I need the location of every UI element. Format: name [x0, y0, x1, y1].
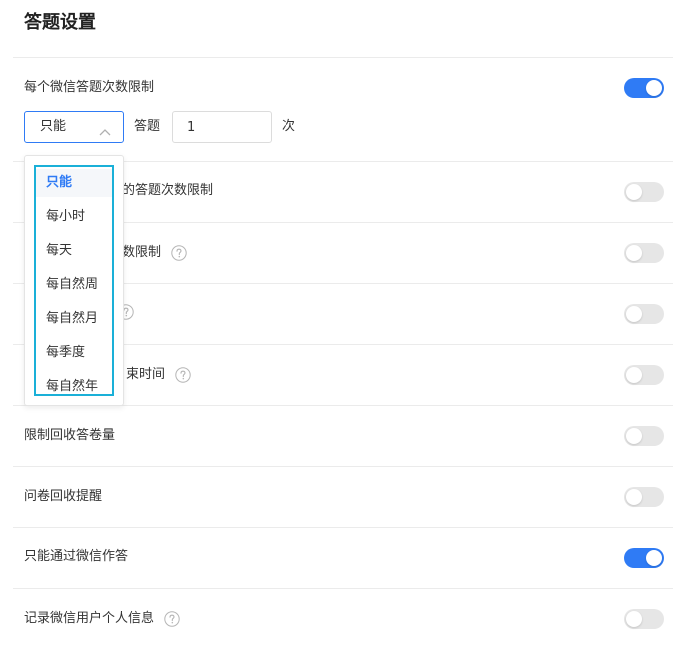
divider — [13, 466, 673, 467]
dropdown-option-only[interactable]: 只能 — [36, 169, 112, 197]
divider — [13, 57, 673, 58]
row-label-text: 记录微信用户个人信息 — [24, 611, 155, 626]
dropdown-option-daily[interactable]: 每天 — [36, 237, 112, 265]
chevron-up-icon — [99, 122, 111, 136]
row-label: 只能通过微信作答 — [24, 549, 129, 564]
dropdown-list: 只能 每小时 每天 每自然周 每自然月 每季度 每自然年 — [34, 165, 114, 396]
answer-count-input[interactable] — [172, 111, 272, 143]
row-label-text: 束时间 — [126, 367, 166, 382]
row-toggle[interactable] — [624, 609, 664, 629]
row-toggle[interactable] — [624, 548, 664, 568]
toggle-knob — [626, 428, 642, 444]
toggle-knob — [626, 367, 642, 383]
help-icon[interactable] — [175, 367, 191, 383]
row-label: 问卷回收提醒 — [24, 489, 103, 504]
dropdown-option-hourly[interactable]: 每小时 — [36, 203, 112, 231]
row-label-text: 数限制 — [122, 245, 162, 260]
row-toggle[interactable] — [624, 365, 664, 385]
divider — [13, 588, 673, 589]
row-toggle[interactable] — [624, 426, 664, 446]
unit-label: 次 — [282, 119, 296, 134]
help-icon[interactable] — [164, 611, 180, 627]
toggle-knob — [626, 184, 642, 200]
period-dropdown: 只能 每小时 每天 每自然周 每自然月 每季度 每自然年 — [24, 155, 124, 406]
row-toggle[interactable] — [624, 243, 664, 263]
select-value: 只能 — [40, 119, 67, 134]
limit-period-select[interactable]: 只能 — [24, 111, 124, 143]
dropdown-option-monthly[interactable]: 每自然月 — [36, 305, 112, 333]
toggle-knob — [626, 306, 642, 322]
row-label: 数限制 — [122, 243, 187, 263]
row-label: 记录微信用户个人信息 — [24, 609, 180, 629]
help-icon[interactable] — [171, 245, 187, 261]
dropdown-option-quarterly[interactable]: 每季度 — [36, 339, 112, 367]
row-label: 限制回收答卷量 — [24, 428, 116, 443]
limit-label: 每个微信答题次数限制 — [24, 80, 155, 95]
dropdown-option-weekly[interactable]: 每自然周 — [36, 271, 112, 299]
toggle-knob — [626, 489, 642, 505]
dropdown-option-yearly[interactable]: 每自然年 — [36, 373, 112, 401]
row-label: 束时间 — [126, 365, 191, 385]
limit-toggle[interactable] — [624, 78, 664, 98]
row-toggle[interactable] — [624, 304, 664, 324]
toggle-knob — [646, 550, 662, 566]
toggle-knob — [646, 80, 662, 96]
divider — [13, 527, 673, 528]
row-toggle[interactable] — [624, 182, 664, 202]
row-label: 的答题次数限制 — [122, 183, 214, 198]
toggle-knob — [626, 245, 642, 261]
row-toggle[interactable] — [624, 487, 664, 507]
page-title: 答题设置 — [24, 12, 96, 33]
answer-label: 答题 — [134, 119, 161, 134]
toggle-knob — [626, 611, 642, 627]
